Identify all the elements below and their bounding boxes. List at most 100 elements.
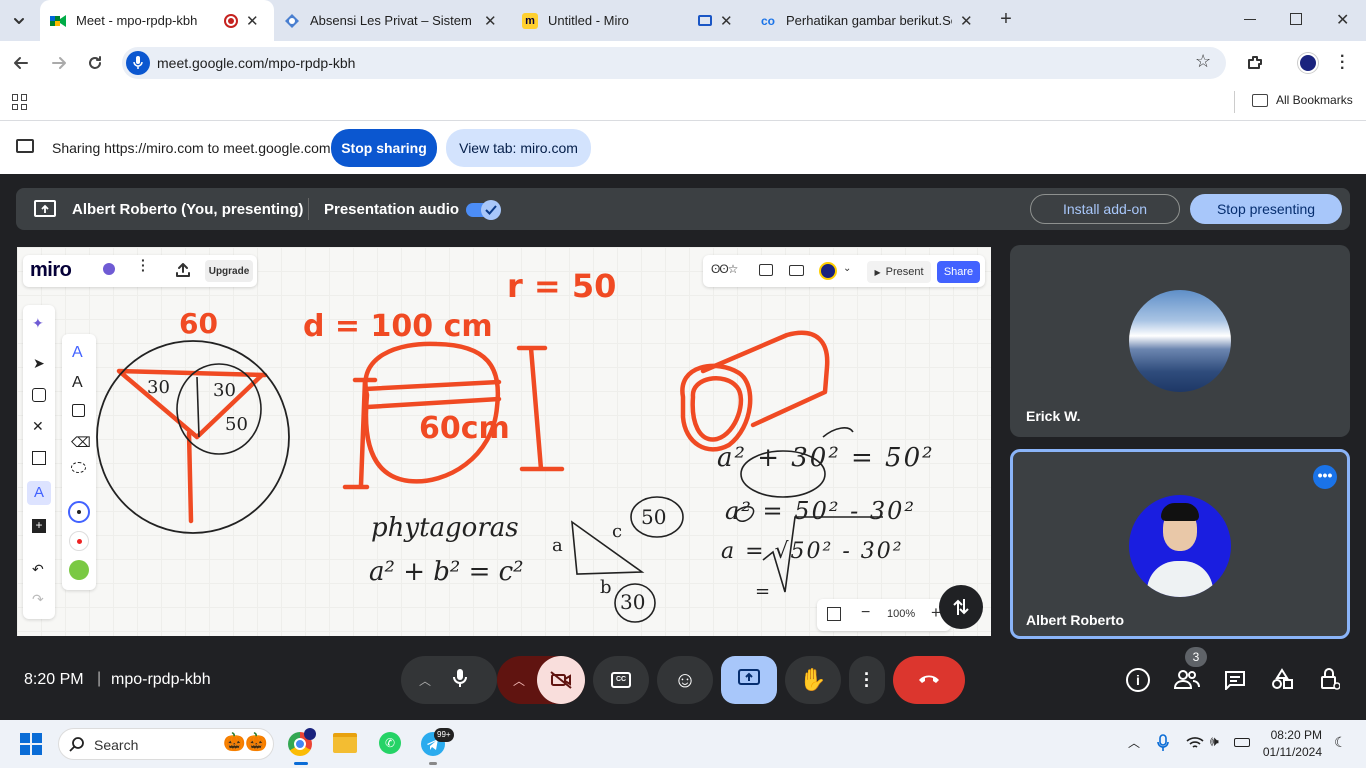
active-app-indicator [294,762,308,765]
avatar [1129,290,1231,392]
notification-icon[interactable]: ☾ [1334,734,1347,751]
miro-icon: m [522,12,538,29]
reload-icon[interactable] [86,54,104,77]
folder-icon [1252,93,1268,107]
label-diameter: d = 100 cm [303,309,493,344]
label-60cm: 60cm [419,411,510,446]
participant-tile-erick[interactable]: Erick W. [1010,245,1350,437]
tab-meet[interactable]: Meet - mpo-rpdp-kbh ✕ [40,0,274,41]
tab-absensi[interactable]: Absensi Les Privat – Sistem Rua ✕ [284,0,512,41]
leave-call-button[interactable] [893,656,965,704]
people-icon[interactable] [1173,668,1200,695]
bookmarks-bar: All Bookmarks [0,85,1366,121]
bookmark-star-icon[interactable]: ☆ [1195,51,1211,72]
sharing-screen-icon [16,139,34,153]
meeting-info-icon[interactable]: i [1126,668,1150,692]
forward-icon[interactable] [50,54,68,77]
label-60: 60 [179,307,218,340]
host-controls-icon[interactable] [1320,667,1341,696]
present-screen-button[interactable] [721,656,777,704]
zoom-controls: − 100% + [817,599,951,631]
new-tab-icon[interactable]: + [996,9,1016,30]
people-count-badge: 3 [1185,647,1207,667]
tab-title: Absensi Les Privat – Sistem Rua [310,13,476,28]
shared-screen-miro-board[interactable]: miro · · · Upgrade ʘʘ☆ ⌄ ▶ Present Share ✦ … [17,247,991,636]
camera-button[interactable]: ︿ [497,656,585,704]
view-tab-button[interactable]: View tab: miro.com [446,129,591,167]
chevron-up-icon[interactable]: ︿ [419,672,431,689]
close-window-icon[interactable]: ✕ [1336,10,1349,30]
site-icon [284,13,300,29]
raise-hand-button[interactable]: ✋ [785,656,841,704]
address-bar[interactable]: meet.google.com/mpo-rpdp-kbh ☆ [122,47,1226,79]
windows-start-icon[interactable] [20,733,42,755]
tab-title: Untitled - Miro [548,13,629,28]
sharing-text: Sharing https://miro.com to meet.google.… [52,140,331,156]
close-tab-icon[interactable]: ✕ [484,12,497,30]
equation-3: a = √50² - 30² [721,539,904,564]
close-tab-icon[interactable]: ✕ [960,12,973,30]
close-tab-icon[interactable]: ✕ [246,12,259,30]
equation-2: a² = 50² - 30² [725,497,916,525]
expand-arrows-button[interactable] [939,585,983,629]
present-screen-icon [34,200,56,217]
tab-title: Perhatikan gambar berikut.Sebu [786,13,952,28]
emoji-button[interactable]: ☺ [657,656,713,704]
tab-perhatikan[interactable]: co Perhatikan gambar berikut.Sebu ✕ [760,0,982,41]
menu-icon[interactable]: · · · [1340,49,1345,77]
chrome-profile-badge [304,728,316,740]
participant-name: Erick W. [1026,408,1081,424]
microphone-button[interactable]: ︿ [401,656,497,704]
minimize-icon[interactable] [1244,12,1258,26]
end-call-icon [917,671,941,689]
whatsapp-icon[interactable]: ✆ [379,732,401,754]
microphone-icon[interactable] [126,51,150,75]
wifi-icon[interactable] [1186,736,1204,755]
apps-icon[interactable] [12,94,28,110]
chevron-up-icon[interactable]: ︿ [513,672,525,689]
label-tri-30: 30 [620,590,646,614]
audio-toggle[interactable] [466,200,501,220]
close-tab-icon[interactable]: ✕ [720,12,733,30]
captions-button[interactable]: CC [593,656,649,704]
stop-presenting-button[interactable]: Stop presenting [1190,194,1342,224]
camera-off-icon [537,656,585,704]
chevron-up-icon[interactable]: ︿ [1128,734,1140,751]
clock-time[interactable]: 08:20 PM [1266,728,1322,742]
zoom-out-icon[interactable]: − [861,604,870,622]
meet-icon [50,13,66,29]
restore-icon[interactable] [1290,13,1302,25]
file-explorer-icon[interactable] [333,733,357,753]
profile-avatar[interactable] [1298,53,1318,73]
tab-title: Meet - mpo-rpdp-kbh [76,13,198,28]
taskbar-search[interactable]: Search 🎃🎃 [58,728,274,760]
extensions-icon[interactable] [1246,54,1264,77]
more-options-icon[interactable]: ••• [1313,465,1337,489]
volume-icon[interactable]: 🕪 [1210,733,1219,750]
presenting-bar: Albert Roberto (You, presenting) Present… [16,188,1350,230]
check-icon [481,200,501,220]
hand-icon: ✋ [799,667,827,692]
captions-icon: CC [611,672,631,688]
mic-tray-icon[interactable] [1157,734,1169,757]
participant-tile-albert[interactable]: ••• Albert Roberto [1010,449,1350,639]
participant-name: Albert Roberto [1026,612,1124,628]
all-bookmarks[interactable]: All Bookmarks [1252,93,1353,107]
presentation-audio-label: Presentation audio [324,201,460,218]
activities-icon[interactable] [1271,668,1293,695]
label-formula: a² + b² = c² [369,557,524,587]
tab-miro[interactable]: m Untitled - Miro ✕ [522,0,744,41]
chat-icon[interactable] [1224,670,1246,695]
stop-sharing-button[interactable]: Stop sharing [331,129,437,167]
microphone-icon [453,668,468,693]
fit-frame-icon[interactable] [827,607,841,621]
tab-strip: Meet - mpo-rpdp-kbh ✕ Absensi Les Privat… [0,0,1366,41]
clock-date[interactable]: 01/11/2024 [1262,745,1322,759]
tab-search-icon[interactable] [8,10,30,32]
battery-icon[interactable] [1234,738,1250,747]
presenter-name: Albert Roberto (You, presenting) [72,201,304,218]
label-30-right: 30 [213,380,236,401]
more-options-button[interactable]: · · · [849,656,885,704]
install-addon-button[interactable]: Install add-on [1030,194,1180,224]
back-icon[interactable] [12,54,30,77]
